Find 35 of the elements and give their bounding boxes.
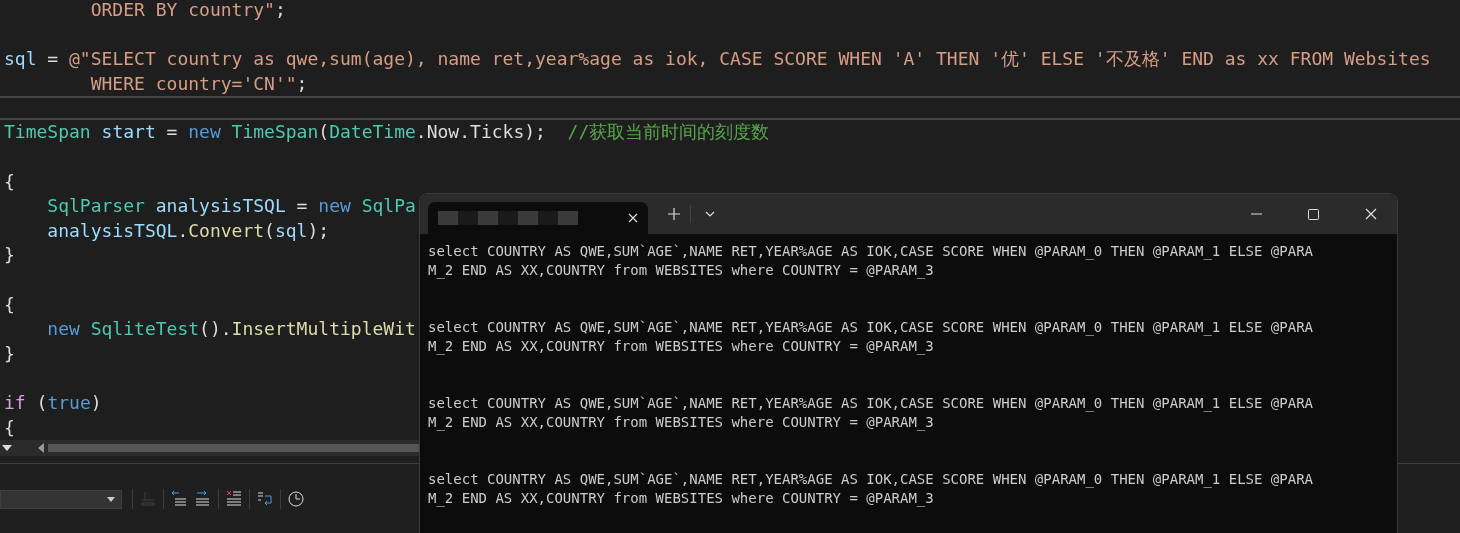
scroll-left-icon[interactable] [38, 443, 44, 454]
scrollbar-thumb[interactable] [48, 444, 420, 453]
code-line: sql = @"SELECT country as qwe,sum(age), name ret,year%age as iok, CASE SCORE WHEN 'A' THEN '优' ELSE '不及格' END as xx FROM Websites [3, 47, 1431, 72]
terminal-output-line: select COUNTRY AS QWE,SUM`AGE`,NAME RET,YEAR%AGE AS IOK,CASE SCORE WHEN @PARAM_0 THEN @PARAM_1 ELSE @PARA [428, 242, 1313, 261]
code-line: analysisTSQL.Convert(sql); [46, 218, 330, 243]
dropdown-caret-icon[interactable] [107, 496, 115, 502]
code-line: if (true) [3, 390, 102, 415]
terminal-output-line: select COUNTRY AS QWE,SUM`AGE`,NAME RET,YEAR%AGE AS IOK,CASE SCORE WHEN @PARAM_0 THEN @PARAM_1 ELSE @PARA [428, 318, 1313, 337]
terminal-output-line: select COUNTRY AS QWE,SUM`AGE`,NAME RET,YEAR%AGE AS IOK,CASE SCORE WHEN @PARAM_0 THEN @PARAM_1 ELSE @PARA [428, 470, 1313, 489]
dropdown-field[interactable] [0, 489, 122, 509]
chevron-down-icon[interactable] [705, 211, 715, 217]
code-line: } [3, 243, 15, 268]
code-line: TimeSpan start = new TimeSpan(DateTime.Now.Ticks); //获取当前时间的刻度数 [3, 120, 770, 145]
close-icon[interactable] [628, 213, 638, 223]
code-line: new SqliteTest().InsertMultipleWit [46, 317, 416, 342]
terminal-output-line: M_2 END AS XX,COUNTRY from WEBSITES where COUNTRY = @PARAM_3 [428, 261, 934, 280]
maximize-icon[interactable] [1308, 208, 1319, 220]
code-line: { [3, 415, 15, 440]
terminal-output-line: select COUNTRY AS QWE,SUM`AGE`,NAME RET,YEAR%AGE AS IOK,CASE SCORE WHEN @PARAM_0 THEN @PARAM_1 ELSE @PARA [428, 394, 1313, 413]
add-icon[interactable] [668, 208, 680, 220]
code-line: { [3, 292, 15, 317]
code-line: ORDER BY country"; [89, 0, 286, 22]
dropdown-caret-icon[interactable] [2, 445, 12, 452]
code-line: } [3, 341, 15, 366]
clear-all-icon[interactable] [225, 490, 243, 509]
indent-icon[interactable] [194, 490, 212, 509]
close-icon[interactable] [1365, 208, 1377, 220]
outdent-icon[interactable] [170, 490, 188, 509]
code-line: SqlParser analysisTSQL = new SqlPa [46, 194, 416, 219]
clock-icon[interactable] [287, 490, 305, 509]
terminal-output-line: M_2 END AS XX,COUNTRY from WEBSITES where COUNTRY = @PARAM_3 [428, 337, 934, 356]
terminal-output-line: M_2 END AS XX,COUNTRY from WEBSITES where COUNTRY = @PARAM_3 [428, 489, 934, 508]
code-line: { [3, 169, 15, 194]
code-line: WHERE country='CN'"; [89, 71, 308, 96]
terminal-output-line: M_2 END AS XX,COUNTRY from WEBSITES where COUNTRY = @PARAM_3 [428, 413, 934, 432]
